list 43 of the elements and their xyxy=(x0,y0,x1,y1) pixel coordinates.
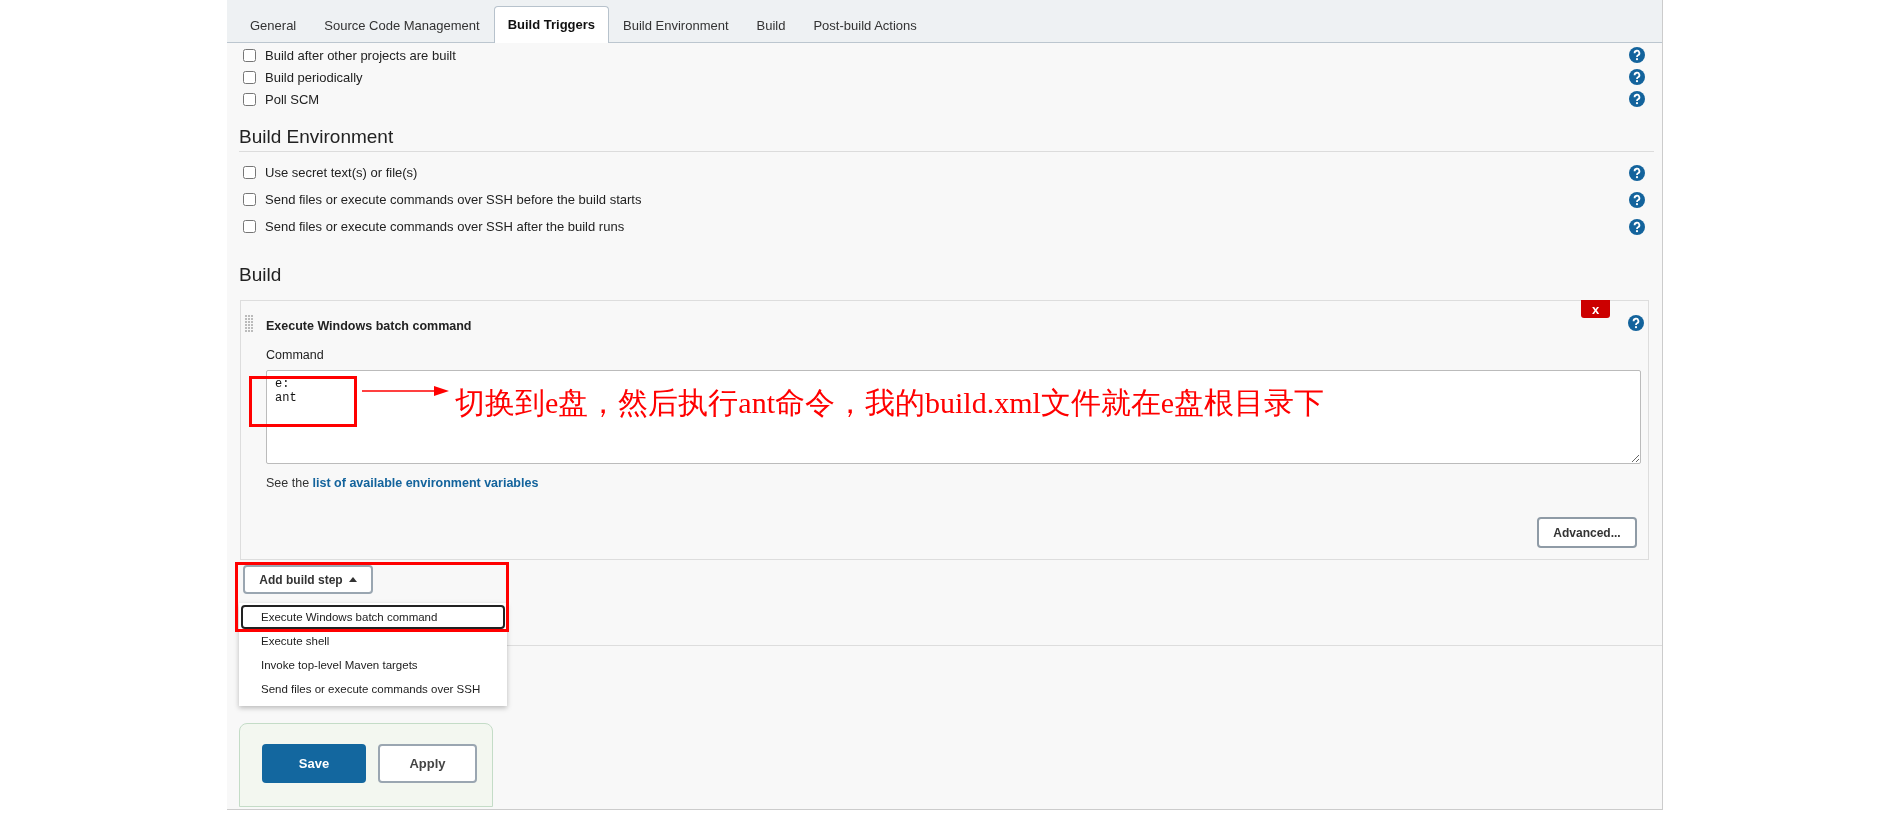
help-icon[interactable] xyxy=(1629,47,1645,63)
checkbox-label: Build after other projects are built xyxy=(265,47,456,63)
checkbox-label: Send files or execute commands over SSH before the build starts xyxy=(265,192,642,207)
field-label: Command xyxy=(266,348,325,362)
checkbox-label: Poll SCM xyxy=(265,91,320,107)
tab[interactable]: Build Triggers xyxy=(493,6,610,43)
help-icon[interactable] xyxy=(1629,191,1645,208)
checkbox-label: Send files or execute commands over SSH after the build runs xyxy=(265,219,625,234)
caret-icon xyxy=(348,577,357,582)
annotation-text: 切换到e盘，然后执行ant命令，我的build.xml文件就在e盘根目录下 xyxy=(455,385,1325,421)
help-icon[interactable] xyxy=(1629,218,1645,235)
checkbox[interactable] xyxy=(243,193,256,206)
checkbox[interactable] xyxy=(243,220,256,233)
help-icon[interactable] xyxy=(1628,315,1644,331)
delete-button[interactable]: x xyxy=(1581,300,1610,318)
add-build-step-button[interactable]: Add build step xyxy=(243,565,373,594)
help-icon[interactable] xyxy=(1629,69,1645,85)
menu-item[interactable]: Execute Windows batch command xyxy=(241,605,505,629)
checkbox-label: Build periodically xyxy=(265,69,363,85)
tab[interactable]: Build xyxy=(742,7,800,43)
drag-handle-icon[interactable] xyxy=(245,315,254,333)
checkbox[interactable] xyxy=(243,92,256,106)
step-title: Execute Windows batch command xyxy=(266,318,472,335)
tab[interactable]: Post-build Actions xyxy=(799,7,931,43)
menu-item[interactable]: Invoke top-level Maven targets xyxy=(241,653,505,677)
tab[interactable]: General xyxy=(236,7,311,43)
advanced-button[interactable]: Advanced... xyxy=(1537,517,1637,548)
checkbox[interactable] xyxy=(243,166,256,179)
section-heading: Build xyxy=(239,263,283,287)
tab[interactable]: Source Code Management xyxy=(310,7,494,43)
help-icon[interactable] xyxy=(1629,164,1645,181)
link[interactable]: list of available environment variables xyxy=(312,476,539,490)
hint-text: See the list of available environment variables xyxy=(266,476,540,490)
menu-item[interactable]: Execute shell xyxy=(241,629,505,653)
checkbox-label: Use secret text(s) or file(s) xyxy=(265,165,418,180)
apply-button[interactable]: Apply xyxy=(378,744,477,783)
save-button[interactable]: Save xyxy=(262,744,366,783)
help-icon[interactable] xyxy=(1629,91,1645,107)
checkbox[interactable] xyxy=(243,70,256,84)
section-heading: Build Environment xyxy=(239,122,1654,152)
tab[interactable]: Build Environment xyxy=(609,7,743,43)
checkbox[interactable] xyxy=(243,48,256,62)
menu-item[interactable]: Send files or execute commands over SSH xyxy=(241,677,505,701)
